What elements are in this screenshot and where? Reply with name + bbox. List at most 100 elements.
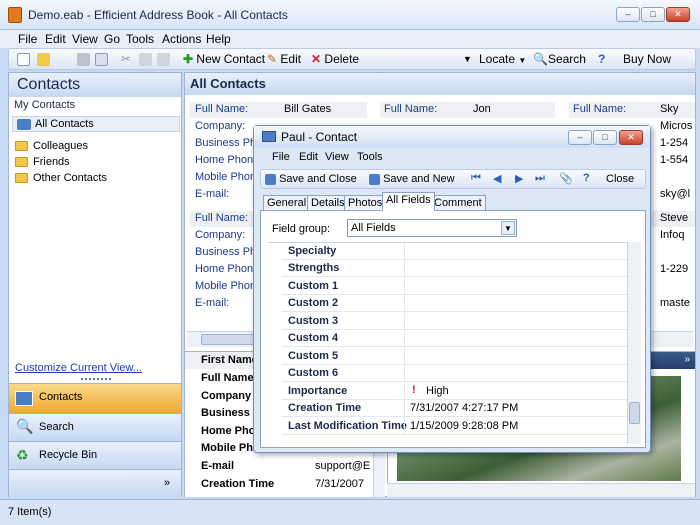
card-company: Micros: [660, 120, 693, 132]
card-label: E-mail:: [195, 188, 230, 200]
close-button[interactable]: ✕: [666, 7, 690, 22]
cut-icon[interactable]: ✂: [121, 51, 131, 68]
expand-chevron-icon[interactable]: »: [684, 354, 690, 365]
card-home-phone: 1-554: [660, 154, 689, 166]
copy-icon[interactable]: [139, 51, 152, 68]
menu-view[interactable]: View: [72, 32, 98, 46]
new-contact-button[interactable]: ✚ New Contact: [183, 51, 265, 68]
field-group-label: Field group:: [272, 223, 331, 235]
help-icon[interactable]: ?: [583, 172, 590, 184]
save-close-button[interactable]: Save and Close: [265, 173, 357, 185]
edit-button[interactable]: ✎ Edit: [267, 51, 301, 68]
card-label: Full Name:: [573, 103, 627, 115]
maximize-button[interactable]: □: [641, 7, 665, 22]
tab-all-fields[interactable]: All Fields: [382, 192, 435, 211]
menu-file[interactable]: File: [18, 32, 37, 46]
card-name[interactable]: Steve: [660, 212, 688, 224]
card-name[interactable]: Jon: [473, 103, 491, 115]
tab-photos[interactable]: Photos: [344, 195, 387, 211]
card-business-phone: 1-254: [660, 137, 689, 149]
dialog-menu-tools[interactable]: Tools: [357, 151, 383, 163]
detail-label: Company: [201, 390, 252, 402]
buy-now-button[interactable]: Buy Now: [623, 51, 671, 68]
attach-icon[interactable]: 📎: [559, 172, 573, 185]
card-email: maste: [660, 297, 690, 309]
minimize-button[interactable]: –: [616, 7, 640, 22]
search-button[interactable]: 🔍Search: [533, 51, 586, 68]
scroll-thumb[interactable]: [201, 334, 261, 345]
sidebar-item-all-contacts[interactable]: All Contacts: [12, 116, 180, 132]
card-email: sky@l: [660, 188, 691, 200]
tab-general[interactable]: General: [263, 195, 311, 211]
previous-record-icon[interactable]: ◀: [493, 172, 501, 185]
card-label: Home Phon: [195, 263, 254, 275]
dialog-close-button[interactable]: ✕: [619, 130, 643, 145]
preview-icon[interactable]: [95, 51, 108, 68]
detail-email-value: support@E: [315, 460, 371, 472]
menu-help[interactable]: Help: [206, 32, 231, 46]
last-record-icon[interactable]: ⏭: [535, 172, 545, 185]
paste-icon[interactable]: [157, 51, 170, 68]
card-label: Business Ph: [195, 137, 257, 149]
sidebar-title: Contacts: [9, 73, 181, 97]
dialog-close-text-button[interactable]: Close: [606, 173, 634, 185]
field-row[interactable]: Custom 5: [282, 348, 642, 365]
field-row-importance[interactable]: Importance High!: [282, 383, 642, 400]
field-row[interactable]: Custom 1: [282, 278, 642, 295]
card-home-phone: 1-229: [660, 263, 689, 275]
field-row[interactable]: Last Modification Time 1/15/2009 9:28:08 …: [282, 418, 642, 435]
nav-more-chevron-icon[interactable]: »: [9, 469, 181, 498]
detail-label: Mobile Pho: [201, 442, 260, 454]
splitter-handle[interactable]: [81, 378, 111, 381]
menu-tools[interactable]: Tools: [126, 32, 154, 46]
save-new-button[interactable]: Save and New: [369, 173, 455, 185]
dropdown-chevron-icon[interactable]: ▼: [463, 51, 472, 68]
locate-button[interactable]: Locate ▼: [479, 51, 526, 68]
dialog-menu-edit[interactable]: Edit: [299, 151, 318, 163]
customize-view-link[interactable]: Customize Current View...: [15, 362, 142, 374]
window-title: Demo.eab - Efficient Address Book - All …: [28, 8, 288, 22]
status-bar: 7 Item(s): [0, 499, 700, 525]
nav-recycle-bin[interactable]: ♻ Recycle Bin: [9, 441, 181, 469]
card-company: Infoq: [660, 229, 685, 241]
open-folder-icon[interactable]: [37, 51, 50, 68]
dialog-menu-file[interactable]: File: [272, 151, 290, 163]
dialog-menu-view[interactable]: View: [325, 151, 349, 163]
tab-details[interactable]: Details: [307, 195, 349, 211]
field-row[interactable]: Strengths: [282, 260, 642, 277]
dialog-maximize-button[interactable]: □: [593, 130, 617, 145]
field-row[interactable]: Specialty: [282, 243, 642, 260]
field-row[interactable]: Custom 2: [282, 295, 642, 312]
importance-high-icon: !: [412, 384, 416, 396]
menu-go[interactable]: Go: [104, 32, 120, 46]
help-icon[interactable]: ?: [598, 51, 605, 68]
chevron-down-icon[interactable]: ▼: [501, 221, 515, 235]
next-record-icon[interactable]: ▶: [515, 172, 523, 185]
sidebar-item-colleagues[interactable]: Colleagues: [15, 140, 88, 152]
menu-edit[interactable]: Edit: [45, 32, 66, 46]
nav-search[interactable]: 🔍 Search: [9, 413, 181, 441]
tab-comment[interactable]: Comment: [430, 195, 486, 211]
plus-icon: ✚: [183, 52, 194, 66]
field-row[interactable]: Custom 6: [282, 365, 642, 382]
field-row[interactable]: Creation Time 7/31/2007 4:27:17 PM: [282, 400, 642, 417]
menu-actions[interactable]: Actions: [162, 32, 201, 46]
sidebar-item-friends[interactable]: Friends: [15, 156, 70, 168]
fields-scrollbar[interactable]: [627, 242, 641, 444]
scroll-thumb[interactable]: [629, 402, 640, 424]
card-name[interactable]: Bill Gates: [284, 103, 331, 115]
field-group-select[interactable]: All Fields ▼: [347, 219, 517, 237]
print-icon[interactable]: [77, 51, 90, 68]
first-record-icon[interactable]: ⏮: [471, 172, 481, 185]
sidebar-item-other-contacts[interactable]: Other Contacts: [15, 172, 107, 184]
recycle-icon: ♻: [16, 447, 29, 463]
field-row[interactable]: Custom 4: [282, 330, 642, 347]
photo-scrollbar[interactable]: [387, 483, 695, 497]
delete-button[interactable]: ✕ Delete: [311, 51, 359, 68]
field-row[interactable]: Custom 3: [282, 313, 642, 330]
dialog-minimize-button[interactable]: –: [568, 130, 592, 145]
folder-icon: [15, 157, 28, 168]
nav-contacts[interactable]: Contacts: [9, 383, 181, 413]
card-name[interactable]: Sky: [660, 103, 678, 115]
new-file-icon[interactable]: [17, 51, 30, 68]
